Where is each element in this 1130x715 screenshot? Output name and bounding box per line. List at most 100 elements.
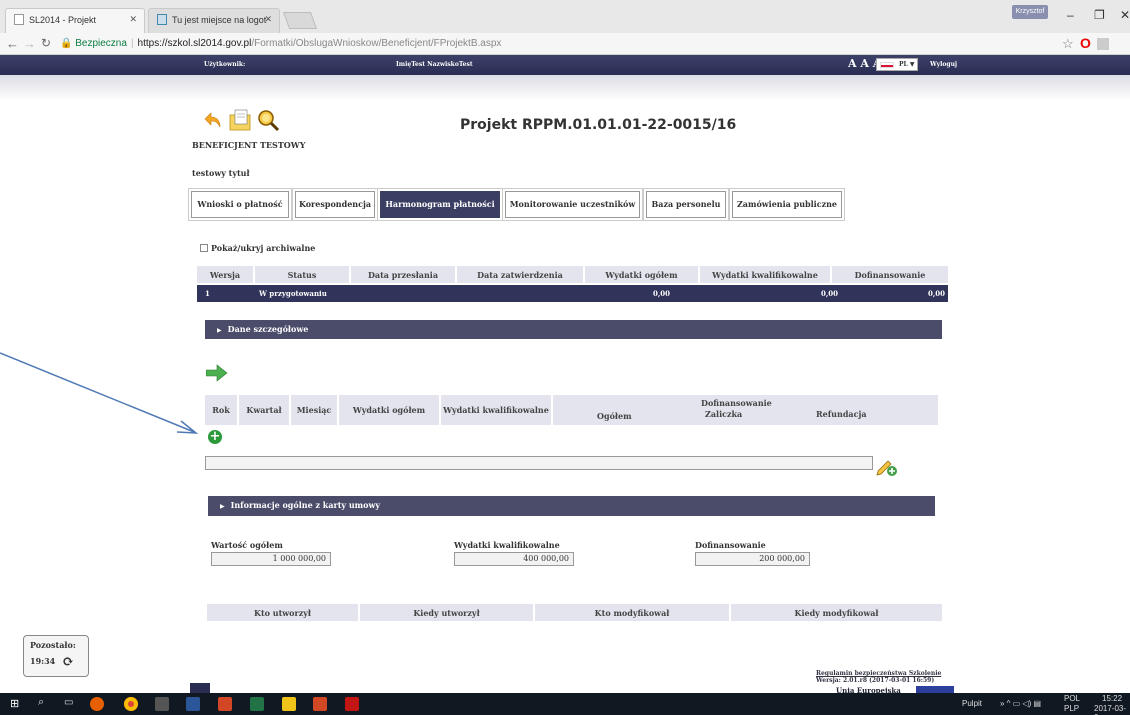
task-view-icon[interactable]: ▭ (64, 697, 73, 708)
column-header[interactable]: Dofinansowanie (832, 266, 948, 283)
edit-plus-icon[interactable] (876, 457, 898, 480)
archive-toggle-label: Pokaż/ukryj archiwalne (211, 243, 316, 253)
desktop-label[interactable]: Pulpit (962, 699, 982, 708)
close-tab-icon[interactable]: ✕ (129, 14, 137, 25)
tab-monitorowanie[interactable]: Monitorowanie uczestników (505, 191, 640, 218)
column-header[interactable]: Wydatki kwalifikowalne (700, 266, 832, 283)
excel-icon[interactable] (250, 697, 264, 711)
word-icon[interactable] (186, 697, 200, 711)
schedule-input[interactable] (205, 456, 873, 470)
back-icon[interactable]: ← (6, 36, 19, 51)
column-header[interactable]: Zaliczka (705, 409, 742, 419)
windows-start-icon[interactable]: ⊞ (10, 697, 19, 710)
column-header[interactable]: Miesiąc (291, 395, 339, 425)
clock-date[interactable]: 2017-03-0 (1094, 704, 1130, 715)
chrome-icon[interactable] (124, 697, 138, 711)
funding-field[interactable]: 200 000,00 (695, 552, 810, 566)
tab-harmonogram[interactable]: Harmonogram płatności (380, 191, 500, 218)
checkbox[interactable] (200, 244, 208, 252)
powerpoint-icon[interactable] (313, 697, 327, 711)
table-row[interactable]: 1 W przygotowaniu 0,00 0,00 0,00 (197, 285, 948, 302)
project-title: Projekt RPPM.01.01.01-22-0015/16 (460, 117, 737, 133)
logout-link[interactable]: Wyloguj (930, 61, 957, 68)
outlook-icon[interactable] (218, 697, 232, 711)
lock-icon: 🔒 (60, 38, 73, 49)
column-header[interactable]: Wydatki ogółem (339, 395, 441, 425)
language-select[interactable]: PL ▼ (876, 58, 918, 71)
reload-icon[interactable]: ↻ (41, 36, 51, 50)
beneficiary-name: BENEFICJENT TESTOWY (192, 140, 306, 150)
browser-tab-active[interactable]: SL2014 - Projekt ✕ (5, 8, 145, 33)
column-header[interactable]: Kiedy utworzył (360, 604, 535, 621)
section-title: Informacje ogólne z karty umowy (230, 500, 381, 510)
url-field[interactable]: 🔒 Bezpieczna | https://szkol.sl2014.gov.pl… (60, 38, 501, 49)
cell-wersja: 1 (205, 289, 210, 298)
browser-tab[interactable]: Tu jest miejsce na logot ✕ (148, 8, 280, 33)
tab-korespondencja[interactable]: Korespondencja (295, 191, 375, 218)
column-header[interactable]: Kiedy modyfikował (731, 604, 942, 621)
tab-wnioski[interactable]: Wnioski o płatność (191, 191, 289, 218)
regulations-link[interactable]: Regulamin bezpieczeństwa Szkolenie (816, 670, 941, 677)
new-tab-button[interactable] (282, 12, 318, 29)
clock-time[interactable]: 15:22 (1102, 694, 1122, 703)
column-header[interactable]: Wydatki kwalifikowalne (441, 395, 553, 425)
total-value-field[interactable]: 1 000 000,00 (211, 552, 331, 566)
dofinansowanie-group-header: Dofinansowanie Ogółem Zaliczka Refundacj… (553, 395, 938, 425)
close-window-icon[interactable]: ✕ (1120, 8, 1130, 22)
tray-icons[interactable]: » ^ ▭ ◁) ▤ (1000, 699, 1041, 708)
eligible-expenses-field[interactable]: 400 000,00 (454, 552, 574, 566)
page-icon (14, 14, 24, 25)
logo-fragment (190, 683, 210, 693)
taskbar: ⊞ ⌕ ▭ Pulpit » ^ ▭ ◁) ▤ POL PLP 15:22 20… (0, 693, 1130, 715)
minimize-icon[interactable]: – (1067, 8, 1074, 22)
acrobat-icon[interactable] (345, 697, 359, 711)
restore-icon[interactable]: ❐ (1094, 8, 1105, 22)
versions-table-header: Wersja Status Data przesłania Data zatwi… (197, 266, 948, 283)
column-header[interactable]: Kwartał (239, 395, 291, 425)
browser-user-badge[interactable]: Krzysztof (1012, 5, 1048, 19)
column-header[interactable]: Refundacja (816, 409, 867, 419)
eligible-expenses-label: Wydatki kwalifikowalne (454, 540, 560, 550)
tab-zamowienia[interactable]: Zamówienia publiczne (732, 191, 842, 218)
column-header[interactable]: Status (255, 266, 351, 283)
close-tab-icon[interactable]: ✕ (264, 14, 272, 25)
extension-icon[interactable] (1097, 38, 1109, 50)
column-header[interactable]: Kto modyfikował (535, 604, 731, 621)
file-explorer-icon[interactable] (282, 697, 296, 711)
url-path: /Formatki/ObslugaWnioskow/Beneficjent/FP… (251, 38, 502, 49)
poland-flag-icon (880, 62, 894, 68)
opera-icon[interactable]: O (1080, 35, 1091, 51)
language-value: PL (899, 61, 908, 68)
column-header[interactable]: Rok (205, 395, 239, 425)
calculator-icon[interactable] (155, 697, 169, 711)
magnifier-icon[interactable] (256, 108, 280, 135)
url-host: https://szkol.sl2014.gov.pl (137, 38, 252, 49)
column-header[interactable]: Data zatwierdzenia (457, 266, 585, 283)
column-header[interactable]: Data przesłania (351, 266, 457, 283)
archive-toggle[interactable]: Pokaż/ukryj archiwalne (200, 243, 315, 253)
audit-table-header: Kto utworzył Kiedy utworzył Kto modyfiko… (207, 604, 942, 621)
bookmark-star-icon[interactable]: ☆ (1062, 36, 1074, 52)
column-header[interactable]: Ogółem (597, 411, 632, 421)
caret-right-icon: ▶ (220, 503, 225, 510)
column-header[interactable]: Wersja (197, 266, 255, 283)
session-timer: Pozostało: 19:34 ⟳ (23, 635, 89, 677)
refresh-icon[interactable]: ⟳ (62, 654, 74, 670)
column-header[interactable]: Wydatki ogółem (585, 266, 700, 283)
green-arrow-icon[interactable] (205, 364, 228, 385)
language-indicator[interactable]: POL (1064, 694, 1080, 703)
firefox-icon[interactable] (90, 697, 104, 711)
forward-icon[interactable]: → (23, 36, 36, 51)
section-dane-szczegolowe[interactable]: ▶ Dane szczegółowe (205, 320, 942, 339)
column-header[interactable]: Kto utworzył (207, 604, 360, 621)
search-icon[interactable]: ⌕ (38, 696, 44, 709)
section-informacje-ogolne[interactable]: ▶ Informacje ogólne z karty umowy (208, 496, 935, 516)
add-row-icon[interactable]: + (208, 430, 222, 444)
secure-label: Bezpieczna (75, 38, 127, 49)
back-arrow-icon[interactable] (203, 110, 223, 133)
user-name: ImięTest NazwiskoTest (396, 61, 473, 68)
tab-baza-personelu[interactable]: Baza personelu (646, 191, 726, 218)
folder-document-icon[interactable] (228, 108, 252, 135)
layout-indicator[interactable]: PLP (1064, 704, 1079, 713)
timer-value: 19:34 (30, 656, 56, 666)
